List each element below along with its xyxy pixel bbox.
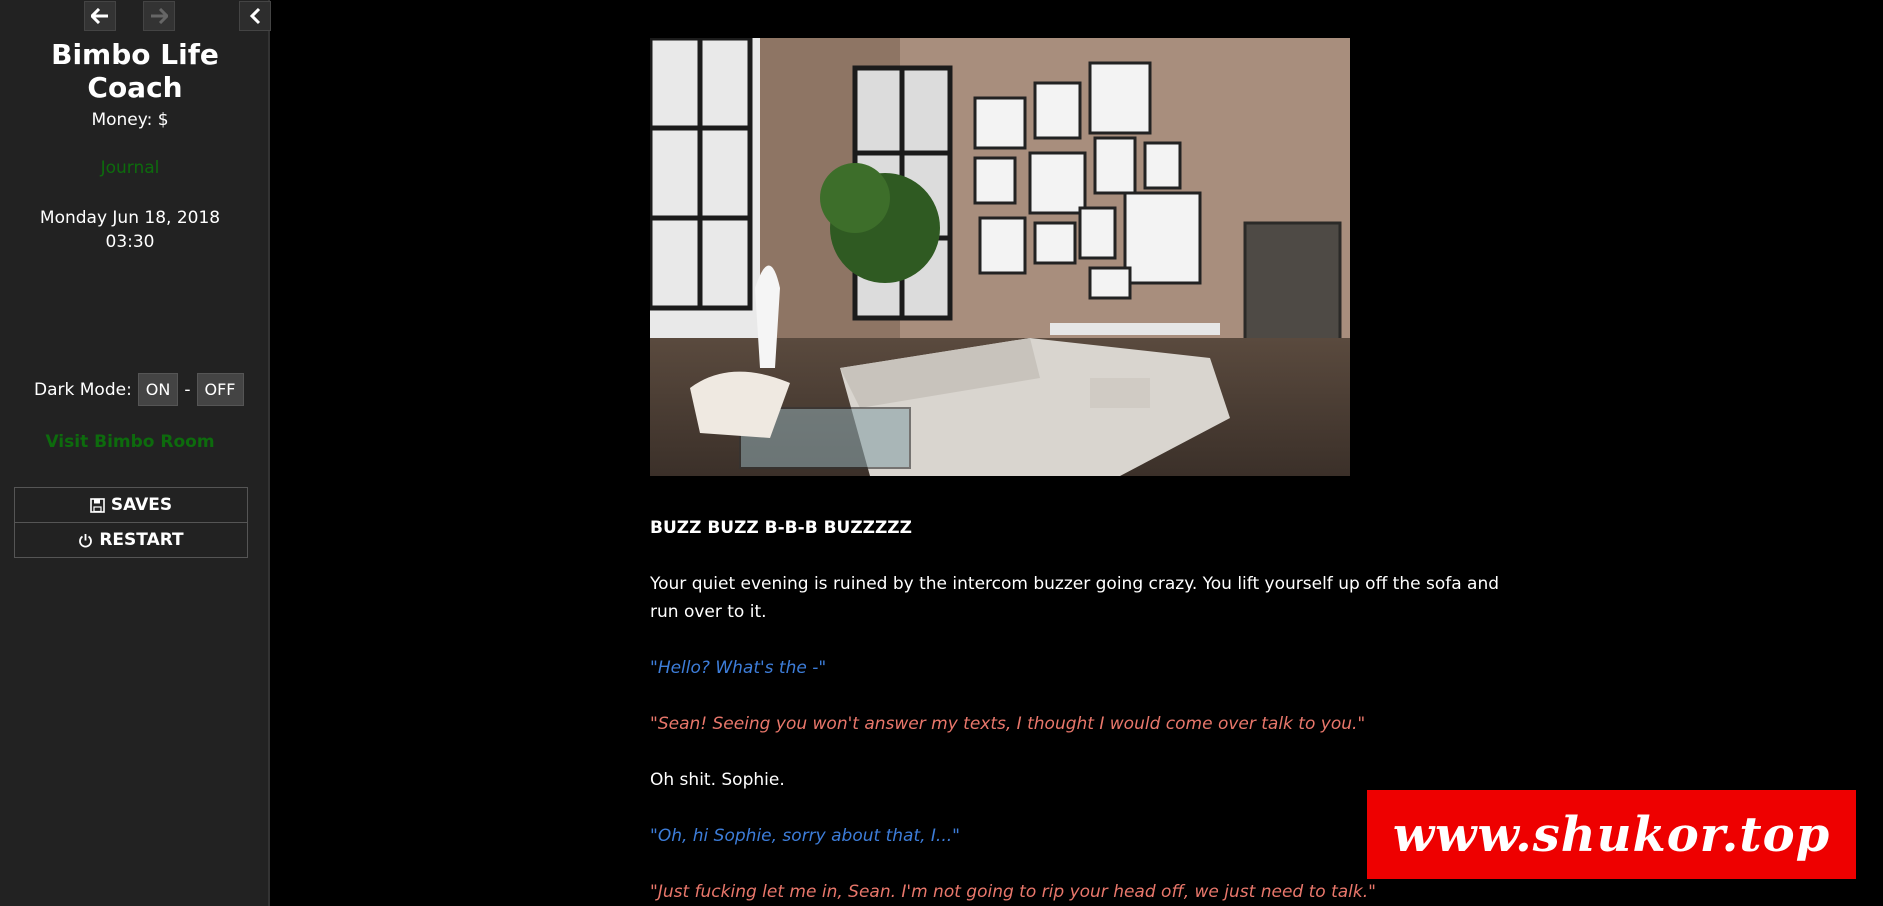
dark-mode-toggle: Dark Mode: ON - OFF <box>34 373 244 406</box>
restart-button[interactable]: RESTART <box>15 522 247 557</box>
saves-label: SAVES <box>110 495 173 515</box>
story-title: Bimbo Life Coach <box>51 38 219 104</box>
dark-mode-off-button[interactable]: OFF <box>196 373 244 406</box>
sidebar-menu: SAVES RESTART <box>14 487 248 558</box>
sophie-dialogue: "Sean! Seeing you won't answer my texts,… <box>650 714 1366 734</box>
passage-heading: BUZZ BUZZ B-B-B BUZZZZZ <box>650 518 912 538</box>
time-text: 03:30 <box>105 232 155 252</box>
power-icon <box>79 533 93 547</box>
saves-button[interactable]: SAVES <box>15 488 247 522</box>
passage-image <box>650 38 1350 476</box>
watermark-text: www.shukor.top <box>1392 806 1831 863</box>
sidebar: Bimbo Life Coach Money: $ Journal Monday… <box>0 0 271 906</box>
money-display: Money: $ <box>91 110 169 130</box>
arrow-right-icon <box>151 8 168 24</box>
visit-bimbo-room-link[interactable]: Visit Bimbo Room <box>0 432 260 452</box>
sophie-dialogue: "Just fucking let me in, Sean. I'm not g… <box>650 882 1376 902</box>
passage-paragraph: Your quiet evening is ruined by the inte… <box>650 574 1500 622</box>
history-back-button[interactable] <box>84 1 116 31</box>
dark-mode-label: Dark Mode: <box>34 379 132 400</box>
passage: BUZZ BUZZ B-B-B BUZZZZZ Your quiet eveni… <box>650 38 1520 906</box>
restart-label: RESTART <box>99 530 184 550</box>
dark-mode-on-button[interactable]: ON <box>137 373 179 406</box>
date-time: Monday Jun 18, 2018 03:30 <box>0 206 260 254</box>
history-forward-button[interactable] <box>143 1 175 31</box>
floppy-disk-icon <box>90 497 105 513</box>
chevron-left-icon <box>249 7 261 25</box>
player-dialogue: "Hello? What's the -" <box>650 658 827 678</box>
journal-link[interactable]: Journal <box>0 158 260 178</box>
watermark-banner: www.shukor.top <box>1367 790 1856 879</box>
arrow-left-icon <box>91 8 108 24</box>
sidebar-collapse-button[interactable] <box>239 1 271 31</box>
dark-mode-separator: - <box>184 379 191 400</box>
date-text: Monday Jun 18, 2018 <box>39 208 221 228</box>
